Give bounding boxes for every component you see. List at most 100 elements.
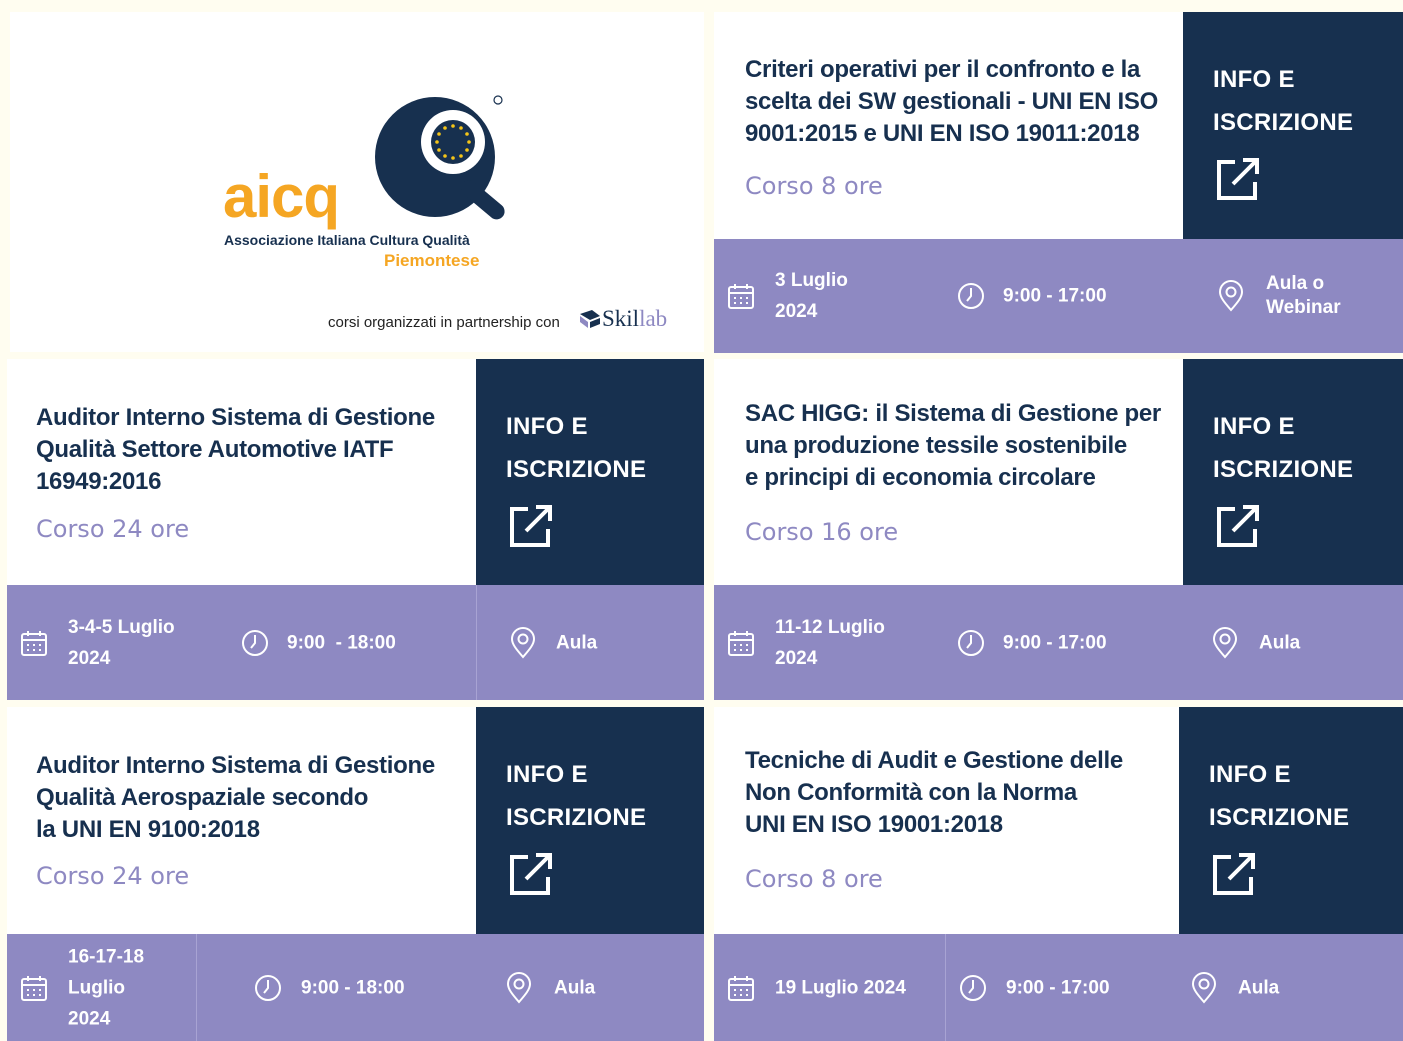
course-title-line: Qualità Settore Automotive IATF [36, 436, 394, 463]
course-title-line: SAC HIGG: il Sistema di Gestione per [745, 400, 1161, 427]
course-title-line: Auditor Interno Sistema di Gestione [36, 752, 435, 779]
info-button-label-line: ISCRIZIONE [506, 456, 647, 483]
course-location: Aula [556, 627, 597, 658]
location-pin-icon [1212, 626, 1238, 659]
info-button-label-line: INFO E [1213, 66, 1295, 93]
bar-divider [945, 934, 946, 1041]
info-button-label-line: INFO E [1209, 761, 1291, 788]
info-button[interactable]: INFO E ISCRIZIONE [1179, 707, 1403, 934]
external-link-icon [1217, 505, 1259, 547]
course-location-line: Webinar [1266, 297, 1341, 318]
course-location-line: Aula [1259, 632, 1301, 653]
course-time: 9:00 - 17:00 [1003, 285, 1107, 307]
course-location: Aula [1259, 627, 1300, 658]
location-cell: Aula [1210, 585, 1400, 700]
clock-icon [958, 283, 984, 309]
course-card: Auditor Interno Sistema di Gestione Qual… [7, 359, 704, 700]
clock-icon [242, 629, 268, 656]
course-title-line: la UNI EN 9100:2018 [36, 816, 260, 843]
info-button-label-line: INFO E [506, 413, 588, 440]
location-pin-icon [1218, 280, 1244, 312]
location-pin-icon [510, 626, 536, 659]
external-link-icon [510, 505, 552, 547]
course-location-line: Aula [554, 977, 596, 998]
course-date-line: 11-12 Luglio [775, 616, 885, 638]
course-date-line: 2024 [68, 647, 111, 669]
location-pin-icon [1191, 971, 1217, 1004]
info-button[interactable]: INFO E ISCRIZIONE [1183, 359, 1403, 585]
calendar-icon [21, 975, 47, 1001]
course-title: SAC HIGG: il Sistema di Gestione per una… [745, 398, 1161, 494]
date-cell: 19 Luglio 2024 [714, 934, 944, 1041]
date-cell: 11-12 Luglio 2024 [714, 585, 944, 700]
course-details-bar: 19 Luglio 2024 9:00 - 17:00 Aula [714, 934, 1403, 1041]
info-button-label-line: ISCRIZIONE [1213, 456, 1354, 483]
skillab-logo-icon [580, 310, 600, 328]
course-details-bar: 11-12 Luglio 2024 9:00 - 17:00 Aula [714, 585, 1403, 700]
course-date: 3 Luglio 2024 [775, 265, 848, 327]
course-hours: Corso 16 ore [745, 518, 899, 546]
course-date: 3-4-5 Luglio 2024 [68, 612, 175, 674]
course-date-line: 2024 [775, 301, 818, 322]
info-button-label-line: ISCRIZIONE [1209, 804, 1350, 831]
course-card: Criteri operativi per il confronto e la … [714, 12, 1403, 353]
course-title-line: Non Conformità con la Norma [745, 779, 1077, 806]
course-time: 9:00 - 17:00 [1003, 632, 1107, 653]
date-cell: 16-17-18 Luglio 2024 [7, 934, 197, 1041]
course-hours: Corso 8 ore [745, 172, 883, 200]
course-date: 16-17-18 Luglio 2024 [68, 941, 197, 1034]
course-date: 11-12 Luglio 2024 [775, 612, 885, 674]
external-link-icon [1213, 853, 1255, 895]
course-location: Aula [1238, 972, 1279, 1003]
course-details-bar: 16-17-18 Luglio 2024 9:00 - 18:00 Aula [7, 934, 704, 1041]
location-cell: Aula [508, 585, 698, 700]
calendar-icon [728, 284, 754, 309]
course-date-line: 2024 [775, 647, 818, 669]
course-title-line: Auditor Interno Sistema di Gestione [36, 404, 435, 431]
course-time: 9:00 - 18:00 [301, 977, 405, 998]
date-cell: 3-4-5 Luglio 2024 [7, 585, 227, 700]
partner-logo[interactable]: Skillab [602, 306, 667, 332]
info-button[interactable]: INFO E ISCRIZIONE [476, 707, 704, 934]
course-hours: Corso 24 ore [36, 515, 190, 543]
course-location-line: Aula o [1266, 273, 1325, 294]
course-title: Auditor Interno Sistema di Gestione Qual… [36, 402, 435, 498]
course-date-line: 16-17-18 Luglio [68, 946, 145, 998]
course-title-line: scelta dei SW gestionali - UNI EN ISO [745, 88, 1158, 115]
calendar-icon [728, 975, 754, 1001]
course-date: 19 Luglio 2024 [775, 972, 906, 1003]
info-button-label-line: INFO E [506, 761, 588, 788]
clock-icon [255, 974, 281, 1001]
time-cell: 9:00 - 17:00 [956, 585, 1176, 700]
course-card: Tecniche di Audit e Gestione delle Non C… [714, 707, 1403, 1041]
info-button-label-line: ISCRIZIONE [506, 804, 647, 831]
course-details-bar: 3 Luglio 2024 9:00 - 17:00 Aula o Webina… [714, 239, 1403, 353]
course-date-line: 3 Luglio [775, 270, 848, 291]
partner-logo-suffix: lab [639, 306, 668, 331]
course-location-line: Aula [556, 632, 598, 653]
course-location-line: Aula [1238, 977, 1280, 998]
info-button[interactable]: INFO E ISCRIZIONE [1183, 12, 1403, 239]
calendar-icon [728, 630, 754, 656]
course-title-line: UNI EN ISO 19001:2018 [745, 811, 1003, 838]
external-link-icon [1217, 158, 1259, 200]
info-button-label-line: ISCRIZIONE [1213, 109, 1354, 136]
location-cell: Aula [504, 934, 694, 1041]
info-button[interactable]: INFO E ISCRIZIONE [476, 359, 704, 585]
course-date-line: 19 Luglio 2024 [775, 977, 906, 998]
course-title: Criteri operativi per il confronto e la … [745, 54, 1158, 150]
location-cell: Aula [1189, 934, 1379, 1041]
bar-divider [476, 585, 477, 700]
course-time: 9:00 - 18:00 [287, 632, 396, 653]
logo-card: aicq Associazione Italiana Cultura Quali… [10, 12, 704, 352]
course-title: Tecniche di Audit e Gestione delle Non C… [745, 745, 1123, 841]
clock-icon [960, 974, 986, 1001]
date-cell: 3 Luglio 2024 [714, 239, 944, 353]
location-cell: Aula o Webinar [1214, 239, 1403, 353]
course-time: 9:00 - 17:00 [1006, 977, 1110, 998]
course-date-line: 3-4-5 Luglio [68, 616, 175, 638]
logo-subtitle: Associazione Italiana Cultura Qualità [224, 232, 470, 248]
logo-wordmark: aicq [223, 163, 340, 230]
course-title-line: Criteri operativi per il confronto e la [745, 56, 1141, 83]
course-card: SAC HIGG: il Sistema di Gestione per una… [714, 359, 1403, 700]
